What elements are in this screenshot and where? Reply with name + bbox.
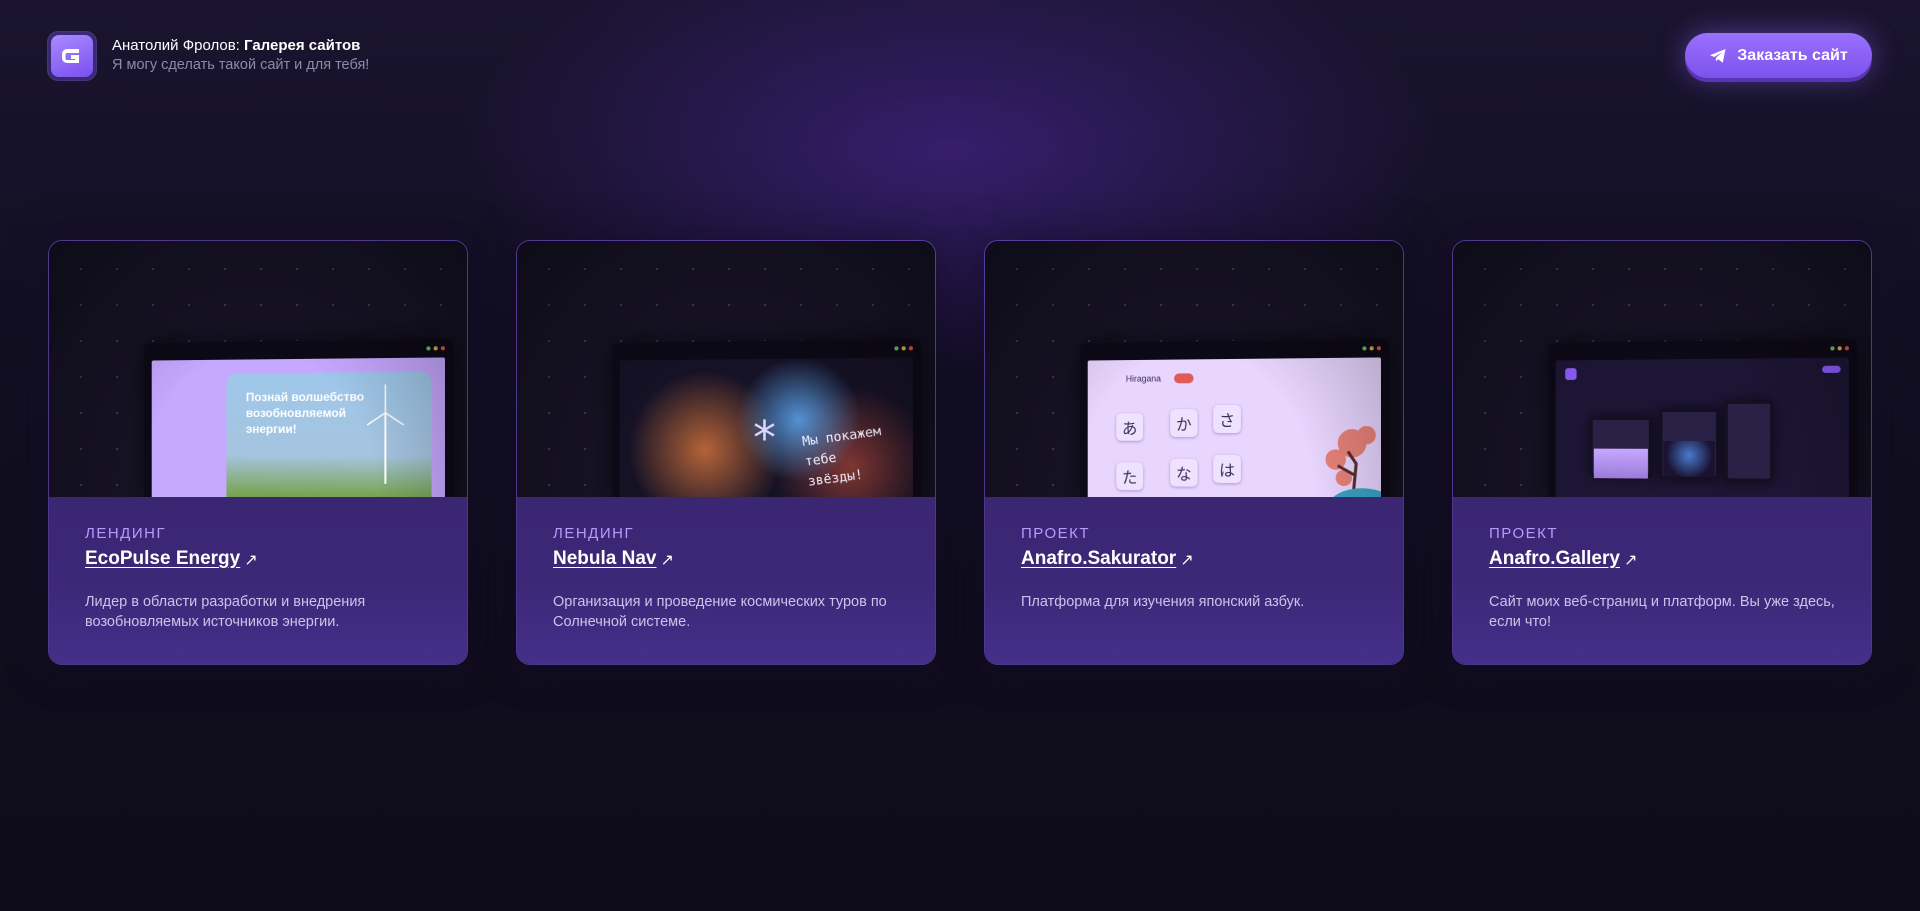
project-card-nebula-nav[interactable]: * Мы покажем тебе звёзды! ЛЕНДИНГ Nebula… [516,240,936,665]
preview-hero-text: Познай волшебство возобновляемой энергии… [245,389,365,437]
mini-logo-icon [1565,368,1577,380]
gallery-logo-icon[interactable] [48,32,96,80]
kana-tile: か [1170,409,1198,437]
window-controls-icon [426,346,445,351]
project-preview[interactable]: * Мы покажем тебе звёзды! [517,241,935,497]
mode-toggle [1174,373,1194,384]
card-title-link[interactable]: Anafro.Sakurator [1021,548,1176,570]
mini-order-button [1822,365,1841,374]
preview-screenshot: * Мы покажем тебе звёзды! [619,357,913,497]
brand-title: Анатолий Фролов: Галерея сайтов [112,37,360,54]
window-controls-icon [1362,346,1381,351]
window-controls-icon [894,346,913,351]
mini-card-image [1663,440,1715,478]
kana-tile: あ [1116,413,1144,441]
preview-screenshot: Познай волшебство возобновляемой энергии… [151,357,445,497]
preview-screenshot [1555,357,1849,497]
card-title-link[interactable]: Nebula Nav [553,548,656,570]
card-category: ЛЕНДИНГ [553,525,635,542]
card-description: Сайт моих веб-страниц и платформ. Вы уже… [1489,594,1835,630]
page-title: Галерея сайтов [244,37,361,54]
preview-tagline: Мы покажем тебе звёзды! [801,423,883,490]
kana-tile: た [1116,462,1144,491]
window-controls-icon [1830,346,1849,351]
project-card-ecopulse[interactable]: Познай волшебство возобновляемой энергии… [48,240,468,665]
asterisk-star-icon: * [753,410,776,466]
card-title-link[interactable]: Anafro.Gallery [1489,548,1620,570]
brand-subtitle: Я могу сделать такой сайт и для тебя! [112,57,370,73]
kana-tile: さ [1213,404,1241,434]
project-preview[interactable]: Hiragana あ か さ た な は [985,241,1403,497]
card-category: ПРОЕКТ [1489,525,1559,542]
card-description: Лидер в области разработки и внедрения в… [85,594,366,630]
project-card-gallery[interactable]: ПРОЕКТ Anafro.Gallery ↗ Сайт моих веб-ст… [1452,240,1872,665]
order-site-button[interactable]: Заказать сайт [1685,33,1872,78]
project-preview[interactable] [1453,241,1871,497]
card-body: ЛЕНДИНГ EcoPulse Energy ↗ Лидер в област… [49,497,467,664]
browser-mockup: * Мы покажем тебе звёзды! [612,338,922,497]
preview-mode-label: Hiragana [1125,373,1162,384]
preview-screenshot: Hiragana あ か さ た な は [1087,357,1381,497]
external-link-icon[interactable]: ↗ [1180,550,1193,569]
browser-mockup: Hiragana あ か さ た な は [1080,338,1390,497]
external-link-icon[interactable]: ↗ [660,550,673,569]
preview-hero: Познай волшебство возобновляемой энергии… [226,371,432,497]
mini-card-image [1593,448,1648,479]
card-title-link[interactable]: EcoPulse Energy [85,548,240,570]
browser-mockup: Познай волшебство возобновляемой энергии… [144,338,454,497]
gallery-frame [1724,400,1774,482]
sakura-tree-icon [1325,426,1381,497]
card-description: Платформа для изучения японский азбук. [1021,594,1305,610]
site-header: Анатолий Фролов: Галерея сайтов Я могу с… [0,0,1920,110]
order-button-label: Заказать сайт [1737,46,1848,64]
project-card-sakurator[interactable]: Hiragana あ か さ た な は ПРОЕКТ Anafro.Sakur… [984,240,1404,665]
browser-mockup [1548,338,1858,497]
g-letter-icon [62,49,79,63]
card-description: Организация и проведение космических тур… [553,594,887,630]
card-category: ПРОЕКТ [1021,525,1091,542]
wind-turbine-icon [365,382,406,484]
project-preview[interactable]: Познай волшебство возобновляемой энергии… [49,241,467,497]
kana-tile: な [1170,458,1198,487]
kana-tile: は [1213,454,1241,484]
card-category: ЛЕНДИНГ [85,525,167,542]
card-body: ПРОЕКТ Anafro.Sakurator ↗ Платформа для … [985,497,1403,664]
external-link-icon[interactable]: ↗ [1624,550,1637,569]
card-body: ЛЕНДИНГ Nebula Nav ↗ Организация и прове… [517,497,935,664]
card-body: ПРОЕКТ Anafro.Gallery ↗ Сайт моих веб-ст… [1453,497,1871,664]
external-link-icon[interactable]: ↗ [244,550,257,569]
author-name: Анатолий Фролов: [112,37,240,54]
telegram-send-icon [1710,48,1726,63]
